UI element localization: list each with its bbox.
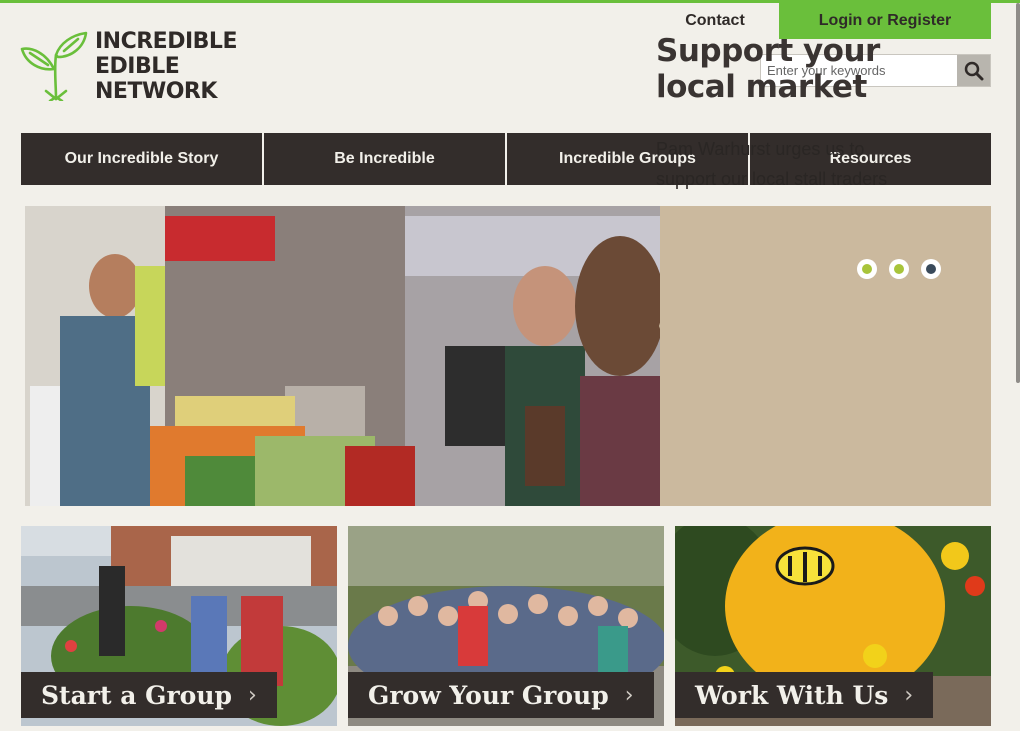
scrollbar[interactable] [1016, 3, 1020, 383]
chevron-right-icon: › [904, 682, 914, 708]
hero-slider[interactable] [25, 206, 991, 506]
nav-our-incredible-story[interactable]: Our Incredible Story [21, 133, 262, 185]
slider-dot-1[interactable] [857, 259, 877, 279]
card-start-a-group[interactable]: Start a Group › [21, 526, 337, 726]
slider-dot-2[interactable] [889, 259, 909, 279]
hero-market-photo [25, 206, 670, 506]
search-button[interactable] [957, 55, 990, 86]
site-logo[interactable]: INCREDIBLE EDIBLE NETWORK [20, 29, 237, 105]
card-label: Work With Us › [675, 672, 934, 718]
search-icon [964, 61, 983, 80]
card-grow-your-group[interactable]: Grow Your Group › [348, 526, 664, 726]
hero-title[interactable]: Support your local market [656, 33, 946, 105]
hero-subtitle: Pam Warhurst urges us to support our loc… [656, 139, 888, 189]
chevron-right-icon: › [624, 682, 634, 708]
card-label: Grow Your Group › [348, 672, 654, 718]
card-label: Start a Group › [21, 672, 277, 718]
logo-wordmark: INCREDIBLE EDIBLE NETWORK [95, 29, 237, 104]
chevron-right-icon: › [247, 682, 257, 708]
slider-dots [857, 259, 941, 279]
card-work-with-us[interactable]: Work With Us › [675, 526, 991, 726]
hero-caption-panel [660, 206, 991, 506]
nav-be-incredible[interactable]: Be Incredible [262, 133, 505, 185]
sprout-icon [20, 31, 88, 101]
slider-dot-3[interactable] [921, 259, 941, 279]
